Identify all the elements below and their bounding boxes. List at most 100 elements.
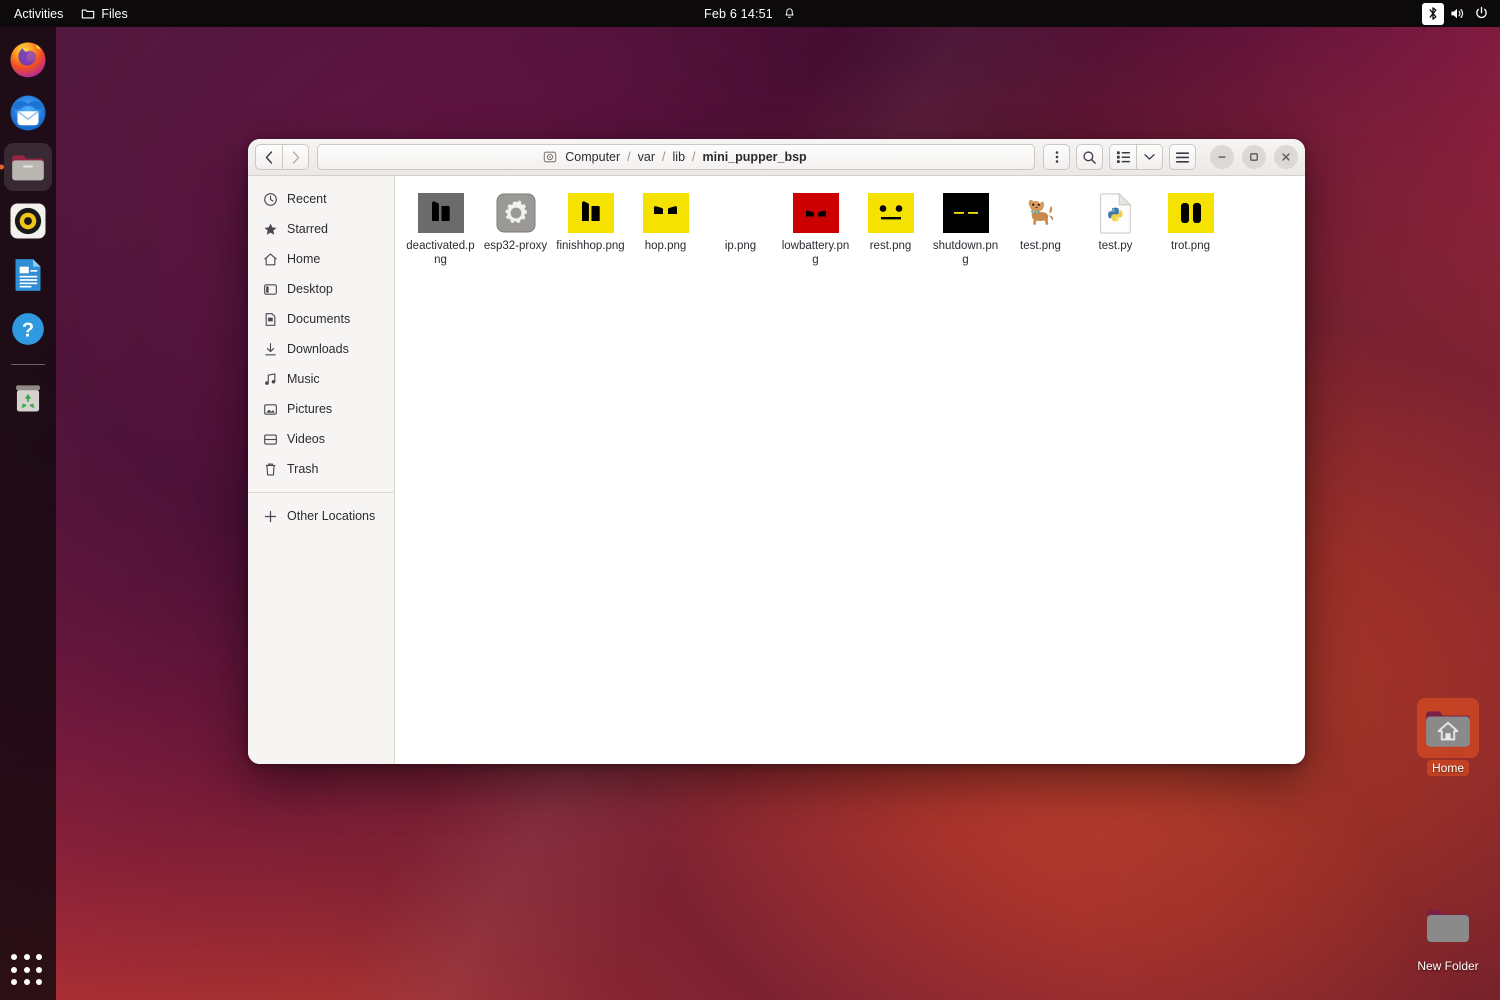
star-icon [262,221,278,237]
vertical-dots-icon [1055,151,1058,163]
sidebar-item-label: Music [287,372,320,386]
desktop-icon-home[interactable]: Home [1402,700,1494,776]
file-thumbnail [717,192,765,234]
home-icon [262,251,278,267]
sidebar-item-pictures[interactable]: Pictures [252,394,390,424]
sidebar: Recent Starred Home Desktop Documents Do… [248,176,395,764]
header-right-group [1109,144,1298,170]
dock-item-trash[interactable] [4,374,52,422]
sidebar-item-label: Recent [287,192,327,206]
sidebar-item-music[interactable]: Music [252,364,390,394]
search-icon [1083,150,1096,164]
forward-button[interactable] [282,144,309,170]
yellow-two-brows-thumbnail [642,193,689,233]
volume-icon[interactable] [1446,3,1468,25]
dock-separator [11,364,45,365]
file-name-label: esp32-proxy [483,240,548,252]
file-item[interactable]: ip.png [703,188,778,272]
sidebar-item-starred[interactable]: Starred [252,214,390,244]
hamburger-menu-icon [1175,151,1190,163]
sidebar-item-desktop[interactable]: Desktop [252,274,390,304]
sidebar-item-videos[interactable]: Videos [252,424,390,454]
file-name-label: deactivated.png [406,240,475,267]
help-icon: ? [12,313,44,345]
breadcrumb-item-current[interactable]: mini_pupper_bsp [701,150,809,164]
file-name-label: rest.png [869,240,912,252]
file-item[interactable]: finishhop.png [553,188,628,272]
view-mode-group [1109,144,1163,170]
dock-item-firefox[interactable] [4,35,52,83]
list-view-button[interactable] [1109,144,1136,170]
file-item[interactable]: shutdown.png [928,188,1003,272]
minimize-button[interactable] [1210,145,1234,169]
file-grid: deactivated.png esp32-proxy finishhop.pn… [403,188,1297,272]
file-item[interactable]: trot.png [1153,188,1228,272]
file-item[interactable]: test.py [1078,188,1153,272]
file-item[interactable]: hop.png [628,188,703,272]
sidebar-item-trash[interactable]: Trash [252,454,390,484]
system-tray[interactable] [1422,0,1492,27]
libreoffice-writer-icon [15,259,41,291]
chevron-left-icon [265,150,273,164]
activities-button[interactable]: Activities [0,0,72,27]
file-thumbnail [642,192,690,234]
bluetooth-icon[interactable] [1422,2,1444,25]
close-button[interactable] [1274,145,1298,169]
download-icon [262,341,278,357]
maximize-icon [1250,153,1258,161]
sidebar-item-documents[interactable]: Documents [252,304,390,334]
dock-item-thunderbird[interactable] [4,89,52,137]
file-thumbnail [1092,192,1140,234]
sidebar-item-downloads[interactable]: Downloads [252,334,390,364]
sidebar-item-label: Trash [287,462,319,476]
maximize-button[interactable] [1242,145,1266,169]
file-thumbnail [792,192,840,234]
list-view-icon [1116,151,1130,163]
dock-item-files[interactable] [4,143,52,191]
main-menu-button[interactable] [1169,144,1196,170]
apps-grid-icon [11,954,45,988]
file-item[interactable]: esp32-proxy [478,188,553,272]
app-menu-label: Files [101,6,128,21]
search-button[interactable] [1076,144,1103,170]
dock-item-help[interactable]: ? [4,305,52,353]
file-item[interactable]: rest.png [853,188,928,272]
svg-text:?: ? [22,320,34,342]
power-icon[interactable] [1470,3,1492,25]
path-breadcrumb-bar[interactable]: Computer / var / lib / mini_pupper_bsp [317,144,1035,170]
yellow-face-rest-thumbnail [867,193,914,233]
firefox-icon [10,42,46,78]
breadcrumb-item-2[interactable]: lib [671,150,688,164]
sidebar-item-recent[interactable]: Recent [252,184,390,214]
video-icon [262,431,278,447]
file-item[interactable]: deactivated.png [403,188,478,272]
file-name-label: hop.png [644,240,687,252]
sidebar-item-other-locations[interactable]: Other Locations [252,501,390,531]
file-thumbnail [567,192,615,234]
dock-item-rhythmbox[interactable] [4,197,52,245]
show-applications-button[interactable] [0,954,56,988]
breadcrumb-item-0[interactable]: Computer [563,150,622,164]
file-list-area[interactable]: deactivated.png esp32-proxy finishhop.pn… [395,176,1305,764]
gray-two-blobs-thumbnail [417,193,464,233]
file-item[interactable]: lowbattery.png [778,188,853,272]
breadcrumb-separator: / [692,150,696,164]
sidebar-item-label: Other Locations [287,509,376,523]
sidebar-item-home[interactable]: Home [252,244,390,274]
plus-icon [262,508,278,524]
dock-item-libreoffice-writer[interactable] [4,251,52,299]
file-item[interactable]: test.png [1003,188,1078,272]
yellow-two-bars-thumbnail [1167,193,1214,233]
desktop-icon-new-folder[interactable]: New Folder [1402,898,1494,974]
document-icon [262,311,278,327]
view-options-dropdown-button[interactable] [1136,144,1163,170]
back-button[interactable] [255,144,282,170]
rhythmbox-icon [10,203,46,239]
chevron-down-icon [1144,154,1155,160]
breadcrumb-item-1[interactable]: var [636,150,657,164]
files-icon [12,155,44,181]
path-options-button[interactable] [1043,144,1070,170]
app-menu-button[interactable]: Files [72,0,136,27]
window-controls [1210,145,1298,169]
clock-button[interactable]: Feb 6 14:51 [0,0,1500,27]
